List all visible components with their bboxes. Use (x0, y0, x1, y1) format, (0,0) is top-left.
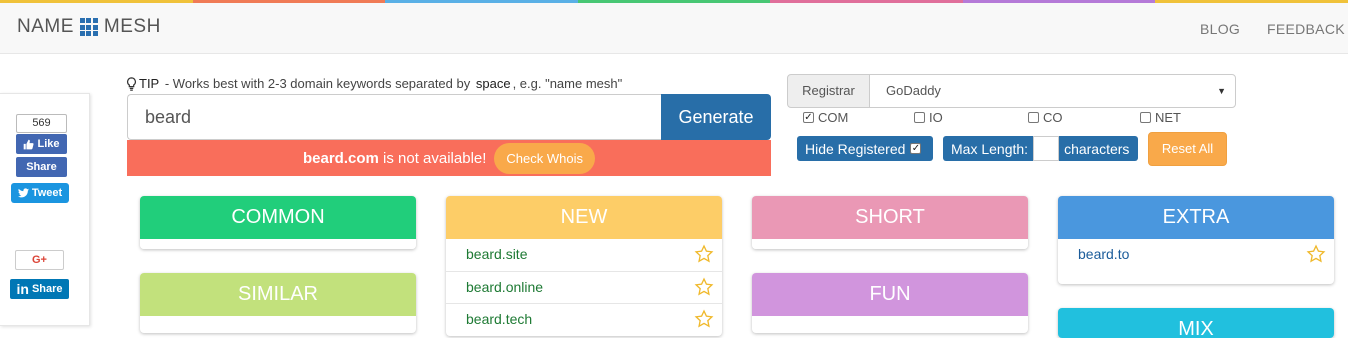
top-navbar: NAME MESH BLOG FEEDBACK (0, 3, 1348, 54)
card-common: COMMON (140, 196, 416, 249)
card-short: SHORT (752, 196, 1028, 249)
card-new-title[interactable]: NEW (446, 196, 722, 239)
tip-text-a: - Works best with 2-3 domain keywords se… (161, 76, 474, 91)
tld-checkbox-net[interactable]: NET (1140, 110, 1181, 125)
nav-blog-link[interactable]: BLOG (1200, 21, 1240, 37)
nav-feedback-link[interactable]: FEEDBACK (1267, 21, 1345, 37)
thumbs-up-icon (24, 139, 35, 149)
brand-logo[interactable]: NAME MESH (17, 16, 161, 38)
list-item[interactable]: beard.site (446, 239, 722, 271)
facebook-share-button[interactable]: Share (16, 157, 67, 177)
list-item[interactable]: beard.tech (446, 303, 722, 335)
card-fun-title[interactable]: FUN (752, 273, 1028, 316)
card-new: NEW beard.site beard.online beard.tech (446, 196, 722, 336)
tld-label-co: CO (1043, 110, 1063, 125)
tld-checkbox-com[interactable]: ✓ COM (803, 110, 848, 125)
max-length-input[interactable] (1033, 136, 1060, 161)
checkbox-empty-icon[interactable] (1028, 112, 1039, 123)
linkedin-share-label: Share (31, 283, 63, 295)
linkedin-icon: in (16, 281, 29, 297)
tld-label-com: COM (818, 110, 849, 125)
registrar-selected-value: GoDaddy (886, 83, 941, 98)
hide-registered-label: Hide Registered (805, 140, 906, 157)
checkbox-checked-icon[interactable]: ✓ (803, 112, 814, 123)
google-plus-button[interactable]: G+ (15, 250, 64, 270)
characters-label: characters (1064, 140, 1130, 157)
generate-button[interactable]: Generate (661, 94, 771, 140)
alert-message: is not available! (383, 149, 487, 167)
registrar-select[interactable]: GoDaddy ▼ (869, 74, 1236, 108)
star-icon[interactable] (694, 309, 714, 329)
max-length-filter: Max Length: characters (943, 136, 1138, 161)
card-short-title[interactable]: SHORT (752, 196, 1028, 239)
availability-alert: beard.com is not available! Check Whois (127, 140, 771, 176)
tip-text-b: , e.g. "name mesh" (512, 76, 623, 91)
star-icon[interactable] (694, 277, 714, 297)
twitter-bird-icon (17, 188, 29, 198)
lightbulb-icon (127, 76, 136, 91)
card-mix-title[interactable]: MIX (1058, 308, 1334, 338)
domain-link[interactable]: beard.to (1078, 246, 1129, 262)
card-extra: EXTRA beard.to (1058, 196, 1334, 284)
alert-domain: beard.com (302, 149, 379, 167)
facebook-like-count: 569 (16, 114, 67, 133)
facebook-like-button[interactable]: Like (16, 134, 67, 154)
domain-link[interactable]: beard.site (466, 246, 527, 262)
tld-label-net: NET (1155, 110, 1181, 125)
checkbox-empty-icon[interactable] (1140, 112, 1151, 123)
linkedin-share-button[interactable]: in Share (10, 279, 69, 299)
tld-checkbox-io[interactable]: IO (914, 110, 943, 125)
dropdown-caret-icon: ▼ (1217, 86, 1226, 96)
brand-name-right: MESH (103, 16, 161, 37)
card-extra-title[interactable]: EXTRA (1058, 196, 1334, 239)
star-icon[interactable] (694, 244, 714, 264)
checkbox-checked-icon[interactable]: ✓ (910, 143, 922, 154)
max-length-label: Max Length: (951, 140, 1029, 157)
card-similar-title[interactable]: SIMILAR (140, 273, 416, 316)
grid-logo-icon (79, 18, 98, 36)
check-whois-button[interactable]: Check Whois (494, 142, 595, 174)
registrar-label: Registrar (787, 74, 870, 108)
star-icon[interactable] (1306, 244, 1326, 264)
brand-name-left: NAME (17, 16, 74, 37)
hide-registered-toggle[interactable]: Hide Registered ✓ (797, 136, 933, 161)
tld-label-io: IO (929, 110, 943, 125)
card-fun: FUN (752, 273, 1028, 333)
twitter-tweet-button[interactable]: Tweet (11, 183, 69, 203)
card-mix: MIX (1058, 308, 1334, 338)
card-similar: SIMILAR (140, 273, 416, 333)
card-common-title[interactable]: COMMON (140, 196, 416, 239)
keyword-search-input[interactable]: beard (127, 94, 662, 140)
domain-link[interactable]: beard.tech (466, 311, 532, 327)
tip-label: TIP (139, 76, 160, 91)
search-tip: TIP - Works best with 2-3 domain keyword… (126, 76, 622, 91)
tld-checkbox-co[interactable]: CO (1028, 110, 1063, 125)
list-item[interactable]: beard.to (1058, 239, 1334, 284)
reset-all-button[interactable]: Reset All (1148, 132, 1227, 166)
domain-link[interactable]: beard.online (466, 279, 543, 295)
tip-keyword: space (475, 76, 511, 91)
facebook-like-label: Like (37, 138, 60, 150)
social-share-panel: 569 Like Share Tweet G+ in Share (0, 93, 90, 326)
checkbox-empty-icon[interactable] (914, 112, 925, 123)
tweet-label: Tweet (31, 187, 63, 199)
list-item[interactable]: beard.online (446, 271, 722, 303)
